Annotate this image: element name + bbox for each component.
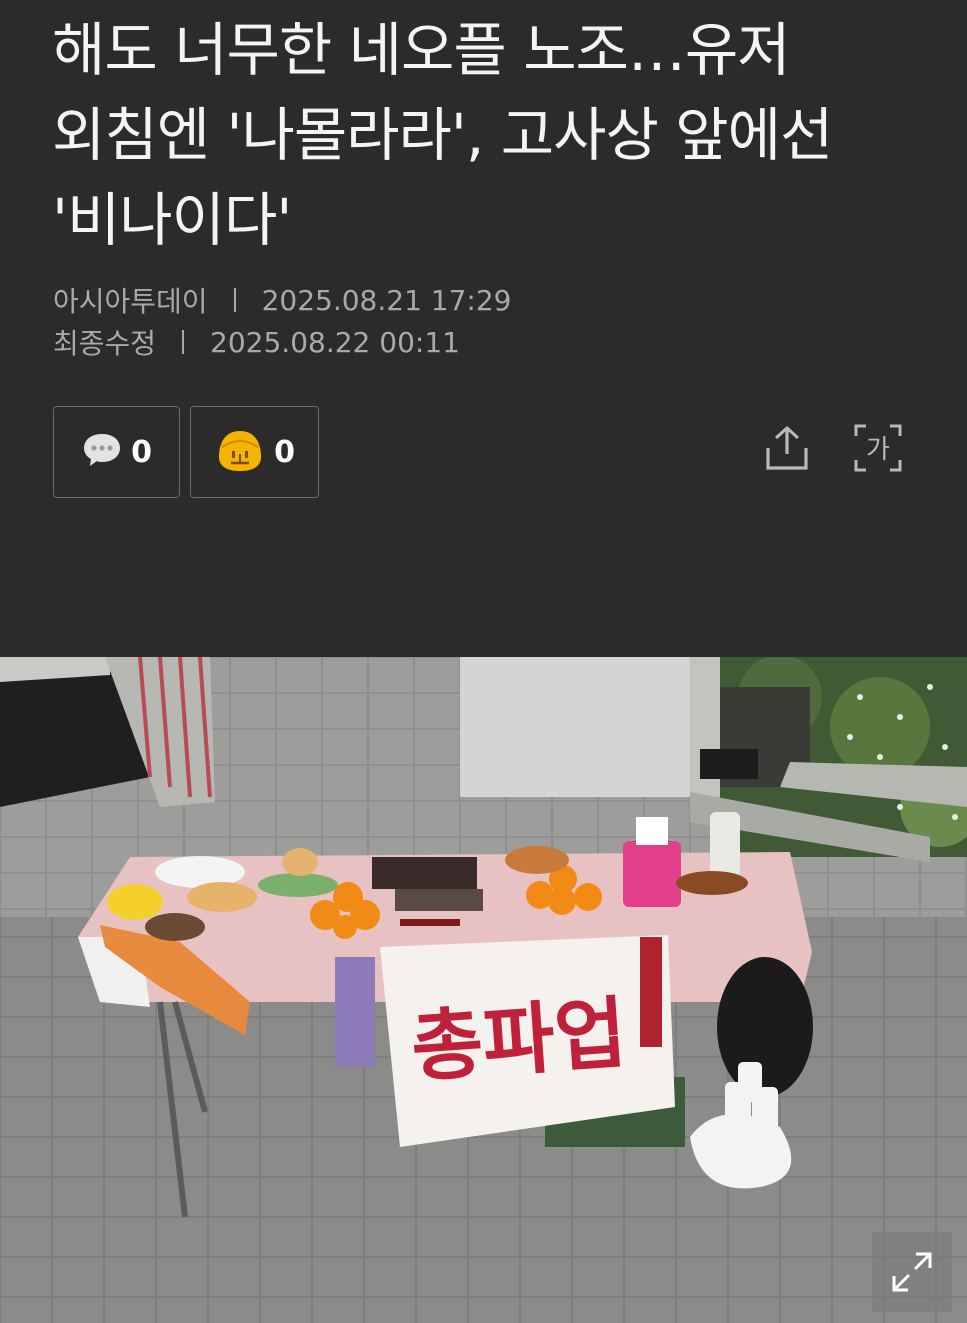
- banner-text: 총파업: [408, 989, 629, 1094]
- article-photo: 총파업: [0, 657, 967, 1323]
- expand-icon: [892, 1252, 932, 1292]
- share-button[interactable]: [761, 420, 813, 476]
- modified-date: 2025.08.22 00:11: [210, 325, 460, 359]
- divider: [233, 288, 236, 312]
- published-date: 2025.08.21 17:29: [261, 283, 512, 317]
- divider: [182, 330, 185, 354]
- angry-face-icon: [214, 427, 266, 477]
- speech-bubble-icon: [81, 431, 123, 473]
- font-size-button[interactable]: 가: [852, 420, 904, 476]
- modified-row: 최종수정 2025.08.22 00:11: [53, 322, 460, 362]
- ritual-table-photo: 총파업: [0, 657, 967, 1323]
- article-header: 해도 너무한 네오플 노조…유저 외침엔 '나몰라라', 고사상 앞에선 '비나…: [0, 0, 967, 657]
- svg-text:가: 가: [866, 435, 890, 465]
- comment-count: 0: [131, 434, 152, 470]
- angry-count: 0: [274, 434, 295, 470]
- angry-reaction-button[interactable]: 0: [190, 406, 319, 498]
- byline: 아시아투데이 2025.08.21 17:29: [53, 280, 511, 320]
- source-name[interactable]: 아시아투데이: [53, 280, 208, 320]
- font-size-icon: 가: [854, 424, 902, 472]
- article-headline: 해도 너무한 네오플 노조…유저 외침엔 '나몰라라', 고사상 앞에선 '비나…: [52, 16, 833, 254]
- expand-image-button[interactable]: [872, 1232, 952, 1312]
- share-icon: [766, 426, 808, 470]
- comment-button[interactable]: 0: [53, 406, 180, 498]
- modified-label: 최종수정: [53, 327, 157, 360]
